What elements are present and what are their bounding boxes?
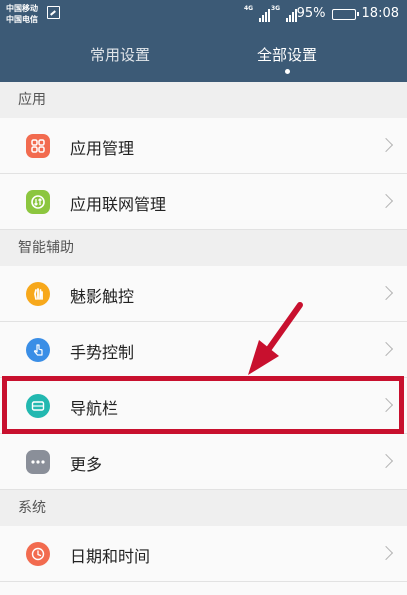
chevron-right-icon [378,397,394,413]
network-type-1: 4G [244,5,254,12]
gesture-icon [26,338,50,362]
carrier-2: 中国电信 [6,15,38,24]
navigation-bar-icon [26,394,50,418]
chevron-right-icon [378,137,394,153]
list-item-label: 导航栏 [70,399,119,418]
list-item-date-time[interactable]: 日期和时间 [0,526,407,582]
list-item-label: 手势控制 [70,343,135,362]
section-header-system: 系统 [0,490,407,526]
list-item-navigation-bar[interactable]: 导航栏 [0,378,407,434]
list-item-label: 魅影触控 [70,287,135,306]
list-item-app-network-management[interactable]: 应用联网管理 [0,174,407,230]
list-item-gesture-control[interactable]: 手势控制 [0,322,407,378]
signal-3g-icon: 3G [271,5,297,22]
list-item-label: 应用联网管理 [70,195,167,214]
clock-time: 18:08 [361,6,399,21]
more-dots-icon [26,450,50,474]
list-item-app-management[interactable]: 应用管理 [0,118,407,174]
tab-all-settings[interactable]: 全部设置 [257,44,317,65]
section-header-smart-assist: 智能辅助 [0,230,407,266]
chevron-right-icon [378,193,394,209]
chevron-right-icon [378,545,394,561]
list-item-partial [0,582,407,595]
settings-tab-bar: 常用设置 全部设置 [0,30,407,82]
hand-touch-icon [26,282,50,306]
list-item-label: 更多 [70,455,103,474]
list-item-floating-dock[interactable]: 魅影触控 [0,266,407,322]
status-bar: 中国移动 中国电信 4G 3G 95% 18:08 [0,0,407,30]
battery-icon [331,8,359,20]
carrier-names: 中国移动 中国电信 [6,3,38,25]
list-item-label: 日期和时间 [70,547,151,566]
carrier-1: 中国移动 [6,4,38,13]
battery-percent: 95% [296,6,326,21]
clock-icon [26,542,50,566]
chevron-right-icon [378,453,394,469]
chevron-right-icon [378,341,394,357]
network-sync-icon [26,190,50,214]
network-type-2: 3G [271,5,281,12]
chevron-right-icon [378,285,394,301]
list-item-more[interactable]: 更多 [0,434,407,490]
list-item-label: 应用管理 [70,139,135,158]
grid-icon [26,134,50,158]
tab-common-settings[interactable]: 常用设置 [90,44,150,65]
status-right: 95% 18:08 [297,6,399,22]
screenshot-notification-icon [47,6,60,19]
signal-4g-icon: 4G [244,5,270,22]
selected-tab-indicator [285,69,290,74]
section-header-apps: 应用 [0,82,407,118]
